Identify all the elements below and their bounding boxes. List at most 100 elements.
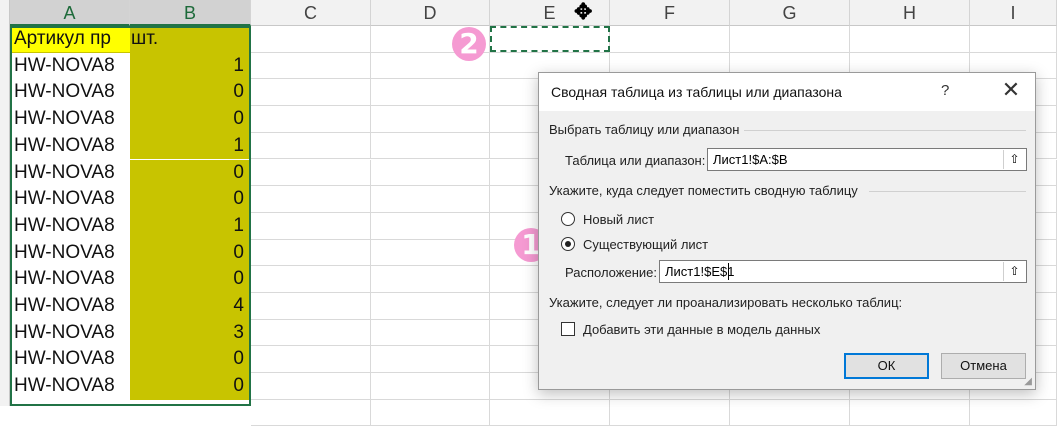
existing-sheet-label: Существующий лист — [583, 237, 709, 252]
cell-a: Артикул пр — [14, 28, 111, 49]
empty-cell[interactable] — [371, 293, 490, 320]
empty-cell[interactable] — [730, 399, 850, 426]
empty-cell[interactable] — [251, 239, 371, 267]
empty-cell[interactable] — [490, 399, 610, 426]
cell-a: HW-NOVA8 — [14, 161, 115, 183]
cell-a: HW-NOVA8 — [14, 295, 115, 316]
add-to-data-model-checkbox[interactable] — [561, 322, 575, 336]
text-caret — [728, 263, 729, 280]
radio-new-sheet[interactable] — [561, 212, 575, 226]
cell-b: 0 — [233, 241, 244, 263]
dialog-titlebar[interactable]: Сводная таблица из таблицы или диапазона… — [539, 73, 1035, 111]
row-header-strip — [0, 0, 10, 406]
range-value: Лист1!$A:$B — [713, 152, 788, 167]
cell-b: 0 — [233, 161, 244, 183]
cell-a: HW-NOVA8 — [14, 134, 115, 156]
empty-cell[interactable] — [371, 186, 490, 213]
empty-cell[interactable] — [251, 186, 371, 213]
cell-a: HW-NOVA8 — [14, 375, 115, 397]
add-to-data-model-label: Добавить эти данные в модель данных — [583, 322, 821, 337]
empty-cell[interactable] — [251, 346, 371, 374]
divider — [869, 191, 1026, 192]
empty-cell[interactable] — [850, 26, 970, 53]
empty-cell[interactable] — [371, 319, 490, 347]
cell-cursor-icon: ✥ — [574, 0, 593, 24]
section-placement: Укажите, куда следует поместить сводную … — [549, 183, 858, 198]
cell-a: HW-NOVA8 — [14, 54, 115, 76]
empty-cell[interactable] — [251, 79, 371, 107]
cell-b: 3 — [233, 321, 244, 343]
cell-b: 4 — [233, 295, 244, 316]
empty-cell[interactable] — [251, 293, 371, 320]
cell-a: HW-NOVA8 — [14, 268, 115, 290]
empty-cell[interactable] — [371, 373, 490, 400]
empty-cell[interactable] — [251, 26, 371, 53]
cell-b: 0 — [233, 188, 244, 210]
close-button[interactable]: ✕ — [999, 78, 1023, 102]
empty-cell[interactable] — [730, 26, 850, 53]
cell-a: HW-NOVA8 — [14, 241, 115, 263]
collapse-range-icon[interactable]: ⇧ — [1003, 150, 1025, 169]
cell-b: шт. — [131, 28, 159, 49]
range-input[interactable]: Лист1!$A:$B ⇧ — [707, 148, 1027, 171]
range-label: Таблица или диапазон: — [565, 153, 706, 168]
empty-cell[interactable] — [251, 399, 371, 426]
column-header-c[interactable]: C — [251, 0, 371, 26]
empty-cell[interactable] — [970, 399, 1057, 426]
empty-cell[interactable] — [610, 399, 730, 426]
empty-cell[interactable] — [970, 26, 1057, 53]
cell-b: 1 — [233, 214, 244, 236]
location-label: Расположение: — [565, 265, 657, 280]
location-value: Лист1!$E$1 — [665, 264, 735, 279]
empty-cell[interactable] — [371, 346, 490, 374]
cell-b: 1 — [233, 134, 244, 156]
resize-grip-icon[interactable]: ◢ — [1024, 376, 1032, 387]
cancel-button[interactable]: Отмена — [941, 353, 1026, 379]
empty-cell[interactable] — [371, 399, 490, 426]
cell-a: HW-NOVA8 — [14, 188, 115, 210]
empty-cell[interactable] — [371, 79, 490, 107]
empty-cell[interactable] — [371, 266, 490, 293]
cell-b: 0 — [233, 268, 244, 290]
column-header-b[interactable]: B — [130, 0, 251, 26]
empty-cell[interactable] — [850, 399, 970, 426]
ok-button[interactable]: ОК — [844, 353, 929, 379]
section-multiple-tables: Укажите, следует ли проанализировать нес… — [549, 295, 903, 310]
target-cell-e1[interactable] — [490, 26, 610, 52]
collapse-location-icon[interactable]: ⇧ — [1003, 262, 1025, 281]
column-header-h[interactable]: H — [850, 0, 970, 26]
column-header-f[interactable]: F — [610, 0, 730, 26]
empty-cell[interactable] — [371, 159, 490, 187]
empty-cell[interactable] — [251, 52, 371, 80]
cell-b: 0 — [233, 375, 244, 397]
empty-cell[interactable] — [251, 319, 371, 347]
empty-cell[interactable] — [251, 373, 371, 400]
column-header-a[interactable]: A — [10, 0, 130, 26]
empty-cell[interactable] — [610, 26, 730, 53]
cell-a: HW-NOVA8 — [14, 214, 115, 236]
cell-b: 0 — [233, 81, 244, 103]
help-button[interactable]: ? — [941, 82, 949, 99]
empty-cell[interactable] — [251, 266, 371, 293]
section-choose-range: Выбрать таблицу или диапазон — [549, 122, 740, 137]
column-header-i[interactable]: I — [970, 0, 1057, 26]
new-sheet-label: Новый лист — [583, 212, 655, 227]
empty-cell[interactable] — [371, 132, 490, 160]
pivot-table-dialog: Сводная таблица из таблицы или диапазона… — [538, 72, 1036, 390]
cell-b: 0 — [233, 348, 244, 370]
location-input[interactable]: Лист1!$E$1 ⇧ — [659, 260, 1027, 283]
cell-a: HW-NOVA8 — [14, 81, 115, 103]
cell-a: HW-NOVA8 — [14, 321, 115, 343]
column-header-d[interactable]: D — [371, 0, 490, 26]
empty-cell[interactable] — [251, 212, 371, 240]
empty-cell[interactable] — [371, 212, 490, 240]
empty-cell[interactable] — [251, 132, 371, 160]
cell-b: 0 — [233, 108, 244, 130]
column-header-g[interactable]: G — [730, 0, 850, 26]
radio-existing-sheet[interactable] — [561, 237, 575, 251]
empty-cell[interactable] — [251, 106, 371, 133]
empty-cell[interactable] — [371, 239, 490, 267]
empty-cell[interactable] — [371, 106, 490, 133]
step-badge-2: 2 — [452, 27, 486, 61]
empty-cell[interactable] — [251, 159, 371, 187]
